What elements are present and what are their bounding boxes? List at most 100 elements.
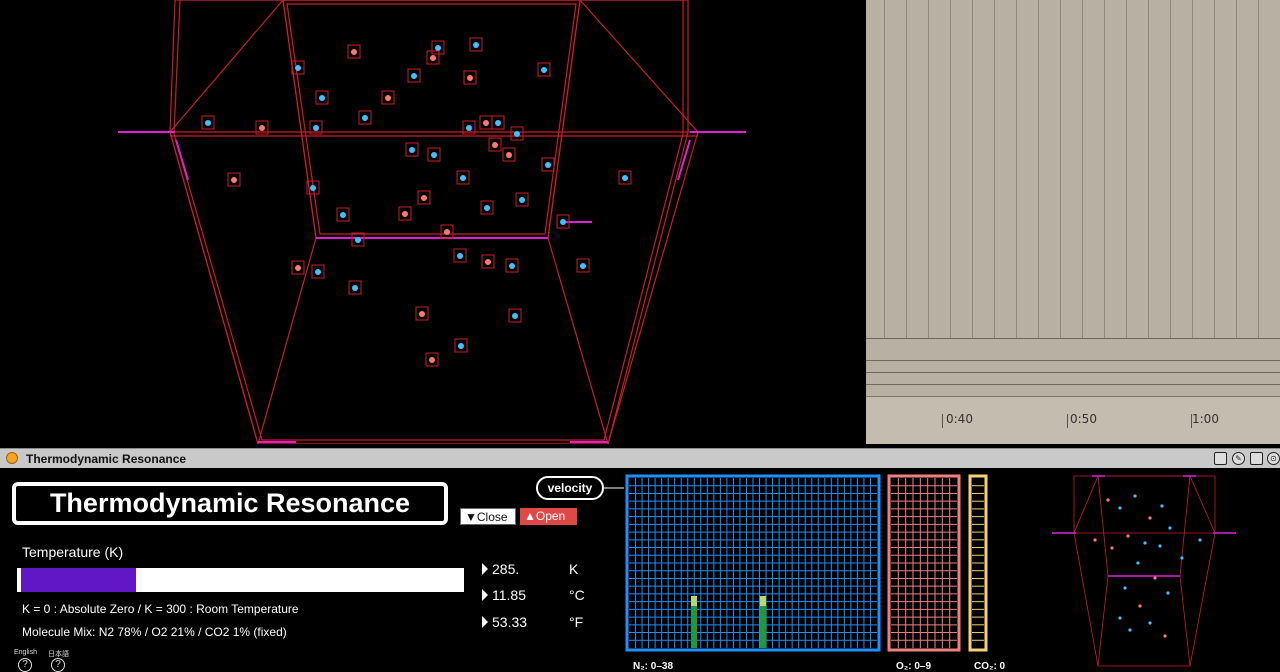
molecule [426,50,440,65]
edit-icon[interactable]: ✎ [1232,452,1245,465]
device-title: Thermodynamic Resonance [26,452,187,466]
molecule [381,90,395,105]
ruler-tick-label: 0:50 [1070,412,1097,426]
mini-molecule [1166,591,1170,595]
device-power-toggle[interactable] [6,452,18,464]
mini-molecule [1110,546,1114,550]
temperature-label: Temperature (K) [22,544,124,560]
co2-range-label: CO₂: 0 [974,661,1006,672]
n2-bar [760,606,766,648]
molecule [407,68,421,83]
mini-molecule [1128,628,1132,632]
molecule [491,115,505,130]
molecule [415,306,429,321]
mini-molecule [1153,576,1157,580]
o2-range-label: O₂: 0–9 [896,661,932,672]
temperature-description: K = 0 : Absolute Zero / K = 300 : Room T… [22,602,299,616]
molecule [427,147,441,162]
molecule [454,338,468,353]
molecule [510,126,524,141]
arrangement-timeline[interactable]: 0:40 0:50 1:00 [866,0,1280,444]
molecule [405,142,419,157]
help-japanese-icon[interactable]: ? [51,658,65,672]
mini-molecule [1148,516,1152,520]
molecule [291,60,305,75]
n2-bar-top [760,596,766,606]
kelvin-number-box[interactable]: 285. [482,561,519,577]
n2-histogram-grid [629,478,877,648]
n2-bar [691,606,697,648]
molecule [479,115,493,130]
mini-molecule [1118,616,1122,620]
lang-english-label: English [14,649,37,656]
molecule [480,200,494,215]
temperature-slider-handle[interactable] [140,568,142,592]
device-titlebar: Thermodynamic Resonance ✎ ⊙ [0,448,1280,468]
molecule [348,280,362,295]
triangle-right-icon [482,589,488,601]
molecule [398,206,412,221]
fahrenheit-number-box[interactable]: 53.33 [482,614,527,630]
fahrenheit-unit: °F [569,614,584,630]
molecule [481,254,495,269]
fahrenheit-value: 53.33 [492,614,528,630]
window-icon[interactable] [1214,452,1227,465]
molecule [291,260,305,275]
molecule [227,172,241,187]
molecule [417,190,431,205]
temperature-slider[interactable] [17,568,464,592]
mini-molecule [1168,526,1172,530]
molecule [311,264,325,279]
close-button[interactable]: ▼Close [460,508,516,525]
molecule [425,352,439,367]
molecule [351,232,365,247]
mini-molecule [1136,561,1140,565]
mini-molecule [1106,498,1110,502]
molecule [515,192,529,207]
molecule-mix-text: Molecule Mix: N2 78% / O2 21% / CO2 1% (… [22,625,287,639]
mini-molecule [1180,556,1184,560]
celsius-number-box[interactable]: 11.85 [482,587,526,603]
molecule [576,258,590,273]
save-icon[interactable] [1250,452,1263,465]
mini-molecule [1093,538,1097,542]
molecule [336,207,350,222]
kelvin-value: 285. [492,561,520,577]
molecule [315,90,329,105]
help-english-icon[interactable]: ? [18,658,32,672]
celsius-unit: °C [569,587,585,603]
molecule [469,37,483,52]
device-panel: Thermodynamic Resonance ✎ ⊙ Thermodynami… [0,448,1280,672]
device-title-display: Thermodynamic Resonance [12,482,448,525]
temperature-slider-fill [21,568,136,592]
velocity-button[interactable]: velocity [536,476,604,500]
molecule [431,40,445,55]
triangle-right-icon [482,616,488,628]
mini-molecule [1163,634,1167,638]
mini-molecule [1126,534,1130,538]
mini-molecule [1158,544,1162,548]
mini-molecule [1123,586,1127,590]
molecule [488,137,502,152]
mini-molecule [1133,494,1137,498]
o2-histogram-grid [891,478,957,648]
molecule [508,308,522,323]
hotswap-icon[interactable]: ⊙ [1267,452,1280,465]
molecule [502,147,516,162]
simulation-view[interactable] [0,0,863,444]
molecule [541,157,555,172]
mini-molecule [1148,621,1152,625]
molecule [463,70,477,85]
open-button[interactable]: ▲Open [520,508,577,525]
molecule [347,44,361,59]
ruler-tick-label: 0:40 [946,412,973,426]
triangle-right-icon [482,563,488,575]
kelvin-unit: K [569,561,579,577]
mini-molecule [1198,538,1202,542]
molecule [505,258,519,273]
co2-histogram-grid [972,485,984,641]
ruler-tick-label: 1:00 [1192,412,1219,426]
molecule [358,110,372,125]
celsius-value: 11.85 [492,587,526,603]
mini-preview-molecules [1093,494,1202,638]
